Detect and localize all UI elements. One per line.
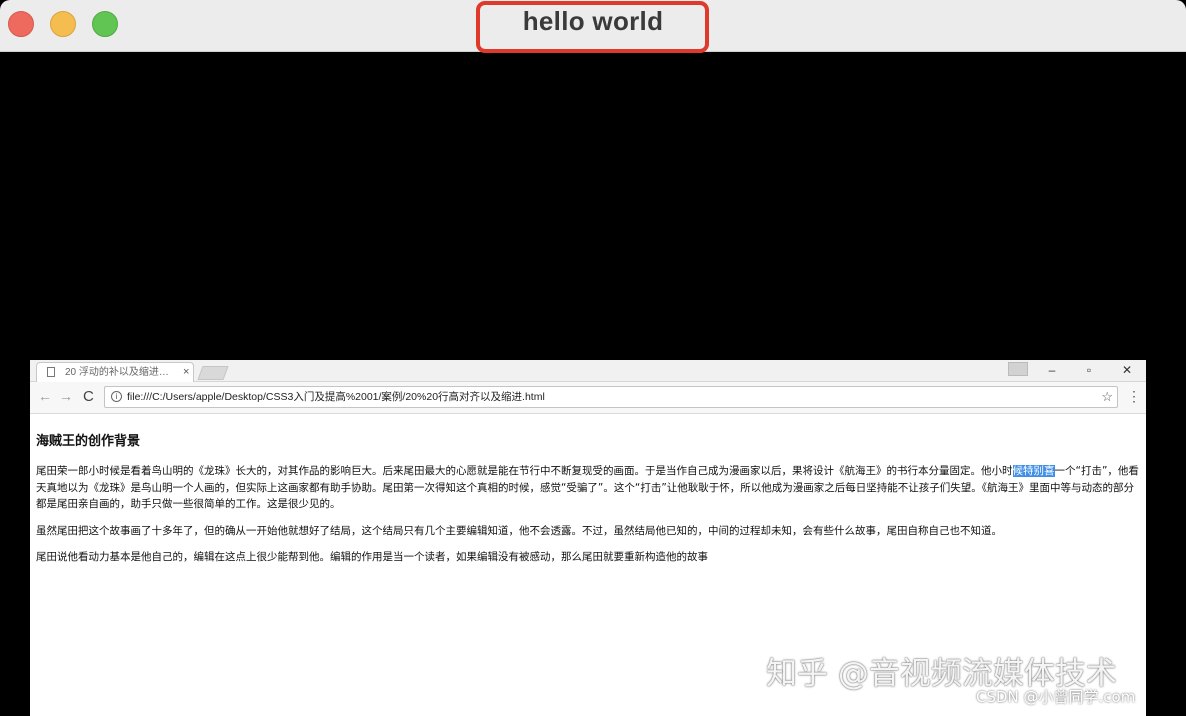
new-tab-button[interactable] <box>197 366 229 380</box>
tab-title: 20 浮动的补以及缩进… <box>65 367 169 378</box>
paragraph-3: 尾田说他看动力基本是他自己的，编辑在这点上很少能帮到他。编辑的作用是当一个读者，… <box>36 551 708 563</box>
browser-toolbar: ← → C i file:///C:/Users/apple/Desktop/C… <box>30 382 1146 414</box>
page-heading: 海贼王的创作背景 <box>36 434 141 449</box>
forward-arrow-icon[interactable]: → <box>59 388 73 404</box>
page-icon <box>47 367 55 377</box>
tab-close-icon[interactable]: × <box>183 363 189 382</box>
url-text: file:///C:/Users/apple/Desktop/CSS3入门及提高… <box>127 391 545 403</box>
browser-restore-button[interactable]: ▫ <box>1074 360 1104 382</box>
csdn-watermark: CSDN @小曾同学.com <box>976 688 1136 706</box>
browser-menu-icon[interactable]: ⋮ <box>1127 388 1141 405</box>
browser-minimize-button[interactable]: – <box>1037 360 1067 382</box>
back-arrow-icon[interactable]: ← <box>38 388 52 404</box>
bookmark-star-icon[interactable]: ☆ <box>1101 387 1113 407</box>
user-profile-icon[interactable] <box>1008 362 1028 376</box>
paragraph-1: 尾田荣一郎小时候是看着鸟山明的《龙珠》长大的，对其作品的影响巨大。后来尾田最大的… <box>36 463 1140 513</box>
paragraph-1-text-start: 尾田荣一郎小时候是看着鸟山明的《龙珠》长大的，对其作品的影响巨大。后来尾田最大的… <box>36 465 1013 477</box>
title-highlight-box <box>476 1 709 53</box>
browser-close-button[interactable]: ✕ <box>1112 360 1142 382</box>
browser-tab-strip: 20 浮动的补以及缩进… × – ▫ ✕ <box>30 360 1146 382</box>
reload-icon[interactable]: C <box>83 388 94 405</box>
info-icon[interactable]: i <box>111 391 122 402</box>
address-bar[interactable]: i file:///C:/Users/apple/Desktop/CSS3入门及… <box>104 386 1118 408</box>
window-titlebar: hello world <box>0 0 1186 53</box>
browser-tab[interactable]: 20 浮动的补以及缩进… × <box>36 362 194 382</box>
selected-text: 候特别喜 <box>1012 465 1055 477</box>
page-content: 海贼王的创作背景 尾田荣一郎小时候是看着鸟山明的《龙珠》长大的，对其作品的影响巨… <box>36 430 1140 576</box>
paragraph-2: 虽然尾田把这个故事画了十多年了，但的确从一开始他就想好了结局，这个结局只有几个主… <box>36 524 1002 537</box>
